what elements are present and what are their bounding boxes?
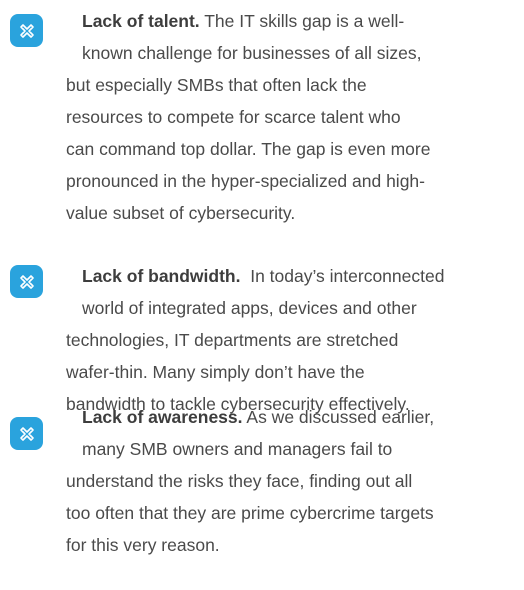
item-line: In today’s interconnected [240,266,445,286]
item-line: value subset of cybersecurity. [66,203,296,223]
item-line: pronounced in the hyper-specialized and … [66,171,425,191]
cross-mark-icon [10,265,43,298]
item-title: Lack of talent. [82,11,200,31]
item-text: Lack of bandwidth. In today’s interconne… [66,260,524,420]
item-text: Lack of talent. The IT skills gap is a w… [66,5,524,229]
item-line: many SMB owners and managers fail to [82,439,393,459]
item-line: resources to compete for scarce talent w… [66,107,401,127]
item-line: technologies, IT departments are stretch… [66,330,399,350]
item-line: understand the risks they face, finding … [66,471,413,491]
item-title: Lack of bandwidth. [82,266,241,286]
item-first-line: Lack of bandwidth. In today’s interconne… [66,260,524,292]
item-line: world of integrated apps, devices and ot… [82,298,417,318]
item-first-line: Lack of awareness. As we discussed earli… [66,401,524,433]
cross-mark-icon [10,417,43,450]
cross-mark-icon [10,14,43,47]
item-line: for this very reason. [66,535,220,555]
item-line: but especially SMBs that often lack the [66,75,367,95]
item-text: Lack of awareness. As we discussed earli… [66,401,524,561]
item-first-line: Lack of talent. The IT skills gap is a w… [66,5,524,37]
item-line: can command top dollar. The gap is even … [66,139,431,159]
item-line: wafer-thin. Many simply don’t have the [66,362,365,382]
item-line: too often that they are prime cybercrime… [66,503,434,523]
item-line: The IT skills gap is a well- [199,11,405,31]
item-title: Lack of awareness. [82,407,243,427]
item-line: As we discussed earlier, [242,407,435,427]
item-line: known challenge for businesses of all si… [82,43,422,63]
